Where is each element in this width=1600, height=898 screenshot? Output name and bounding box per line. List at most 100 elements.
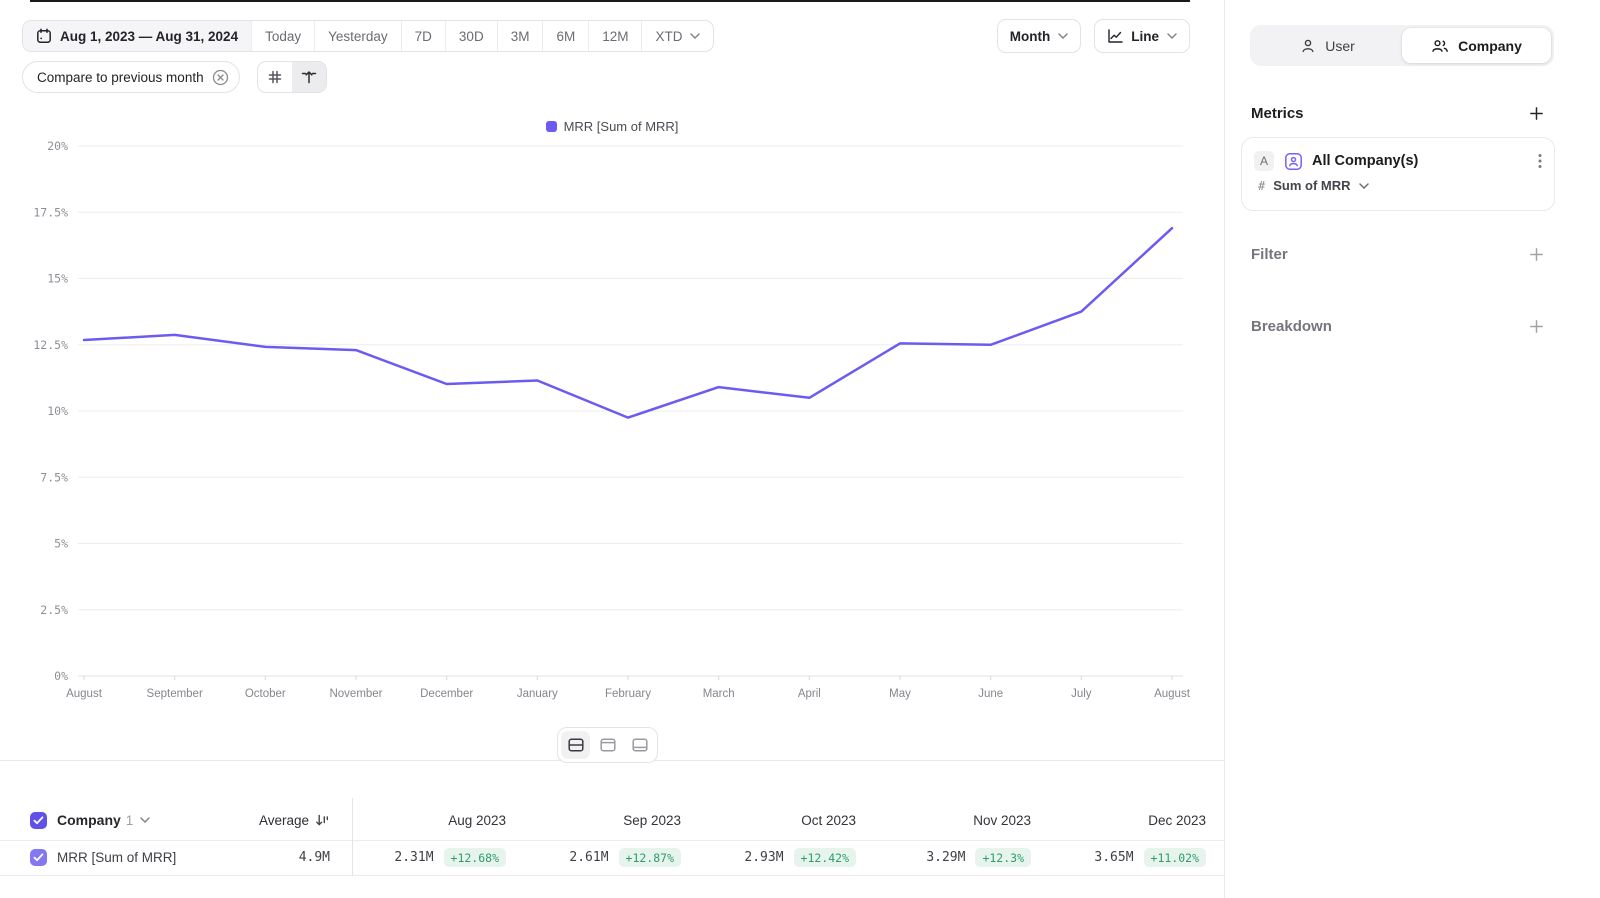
add-breakdown-button[interactable]: [1528, 318, 1545, 335]
column-header[interactable]: Oct 2023: [801, 813, 856, 828]
preset-today[interactable]: Today: [251, 21, 314, 51]
aggregation-selector[interactable]: # Sum of MRR: [1258, 178, 1542, 193]
filter-title: Filter: [1251, 246, 1288, 263]
date-range-button[interactable]: Aug 1, 2023 — Aug 31, 2024: [23, 21, 251, 51]
kebab-menu-icon[interactable]: [1538, 153, 1542, 169]
cell-value: 2.31M: [394, 850, 433, 865]
average-column-header[interactable]: Average: [259, 800, 330, 840]
table-row: MRR [Sum of MRR] 4.9M 2.31M +12.68% 2.61…: [0, 840, 1224, 876]
preset-12m[interactable]: 12M: [588, 21, 641, 51]
report-panel: Aug 1, 2023 — Aug 31, 2024 Today Yesterd…: [0, 0, 1224, 898]
tab-company-label: Company: [1458, 38, 1522, 54]
delta-badge: +11.02%: [1144, 848, 1206, 867]
add-metric-button[interactable]: [1528, 105, 1545, 122]
tab-user[interactable]: User: [1253, 28, 1402, 63]
table-cell: 3.29M +12.3%: [856, 840, 1031, 875]
company-badge-icon: [1283, 151, 1303, 171]
table-cell: 2.31M +12.68%: [331, 840, 506, 875]
compare-chip[interactable]: Compare to previous month: [22, 61, 240, 93]
chart-only-view-button[interactable]: [593, 731, 622, 759]
granularity-label: Month: [1010, 29, 1050, 44]
y-tick-label: 10%: [47, 404, 68, 418]
metrics-section-header: Metrics: [1251, 105, 1545, 122]
metric-name: All Company(s): [1312, 153, 1529, 169]
entity-type-toggle: User Company: [1250, 25, 1554, 66]
entity-count: 1: [126, 813, 134, 828]
x-tick-label: August: [1154, 688, 1191, 700]
line-chart-icon: [1107, 28, 1124, 44]
x-tick-label: February: [605, 688, 651, 700]
user-icon: [1300, 38, 1316, 54]
cumulative-view-button[interactable]: [292, 62, 326, 92]
top-panel-icon: [600, 738, 616, 752]
legend-label: MRR [Sum of MRR]: [564, 119, 679, 134]
breakdown-title: Breakdown: [1251, 318, 1332, 335]
add-filter-button[interactable]: [1528, 246, 1545, 263]
date-controls: Aug 1, 2023 — Aug 31, 2024 Today Yesterd…: [22, 20, 714, 52]
chevron-down-icon: [690, 33, 700, 39]
top-divider: [30, 0, 1190, 2]
calendar-icon: [36, 28, 52, 44]
x-tick-label: June: [978, 688, 1003, 700]
metric-letter-badge: A: [1254, 151, 1274, 171]
y-tick-label: 7.5%: [40, 470, 68, 484]
metric-row-label[interactable]: MRR [Sum of MRR]: [57, 850, 176, 865]
tab-user-label: User: [1325, 38, 1355, 54]
select-all-checkbox[interactable]: [30, 812, 47, 829]
layout-toggle: [557, 727, 658, 763]
preset-xtd[interactable]: XTD: [641, 21, 713, 51]
column-header[interactable]: Dec 2023: [1148, 813, 1206, 828]
preset-3m[interactable]: 3M: [497, 21, 543, 51]
table-header: Company 1 Average Aug 2023 Sep 2023 Oct …: [0, 800, 1224, 840]
y-tick-label: 2.5%: [40, 603, 68, 617]
chart-type-label: Line: [1131, 29, 1159, 44]
x-tick-label: August: [66, 688, 103, 700]
entity-column-label[interactable]: Company: [57, 812, 121, 828]
grid-view-button[interactable]: [258, 62, 292, 92]
config-sidebar: User Company Metrics A All Com: [1224, 0, 1600, 898]
delta-badge: +12.87%: [619, 848, 681, 867]
filter-section-header: Filter: [1251, 246, 1545, 263]
chart-type-button[interactable]: Line: [1094, 19, 1190, 53]
x-tick-label: July: [1071, 688, 1092, 700]
row-checkbox[interactable]: [30, 849, 47, 866]
chevron-down-icon: [1058, 33, 1068, 39]
preset-6m[interactable]: 6M: [542, 21, 588, 51]
x-tick-label: May: [889, 688, 911, 700]
preset-30d[interactable]: 30D: [445, 21, 497, 51]
granularity-button[interactable]: Month: [997, 19, 1081, 53]
breakdown-section-header: Breakdown: [1251, 318, 1545, 335]
table-cell: 2.61M +12.87%: [506, 840, 681, 875]
column-header[interactable]: Sep 2023: [623, 813, 681, 828]
number-type-icon: #: [1258, 179, 1265, 193]
cell-value: 3.65M: [1094, 850, 1133, 865]
y-tick-label: 15%: [47, 272, 68, 286]
metric-card[interactable]: A All Company(s) # Sum of MRR: [1241, 137, 1555, 211]
delta-badge: +12.3%: [975, 848, 1031, 867]
chevron-down-icon[interactable]: [140, 817, 150, 823]
users-icon: [1431, 38, 1449, 54]
metrics-title: Metrics: [1251, 105, 1304, 122]
split-view-button[interactable]: [561, 731, 590, 759]
delta-badge: +12.42%: [794, 848, 856, 867]
compare-chip-label: Compare to previous month: [37, 70, 204, 85]
column-header[interactable]: Aug 2023: [448, 813, 506, 828]
y-tick-label: 17.5%: [33, 205, 68, 219]
arrow-up-from-line-icon: [301, 69, 317, 85]
x-tick-label: October: [245, 688, 286, 700]
table-cell: 2.93M +12.42%: [681, 840, 856, 875]
preset-yesterday[interactable]: Yesterday: [314, 21, 401, 51]
table-only-view-button[interactable]: [625, 731, 654, 759]
table-cell: 3.65M +11.02%: [1031, 840, 1206, 875]
chart-svg: 0%2.5%5%7.5%10%12.5%15%17.5%20%AugustSep…: [0, 140, 1224, 712]
column-header[interactable]: Nov 2023: [973, 813, 1031, 828]
preset-7d[interactable]: 7D: [401, 21, 445, 51]
sort-icon[interactable]: [315, 813, 330, 827]
date-range-label: Aug 1, 2023 — Aug 31, 2024: [60, 29, 238, 44]
table-column-divider: [352, 798, 353, 876]
x-tick-label: November: [329, 688, 382, 700]
toolbar-secondary: Compare to previous month: [22, 61, 327, 93]
dismiss-icon[interactable]: [212, 69, 229, 86]
tab-company[interactable]: Company: [1402, 28, 1551, 63]
delta-badge: +12.68%: [444, 848, 506, 867]
